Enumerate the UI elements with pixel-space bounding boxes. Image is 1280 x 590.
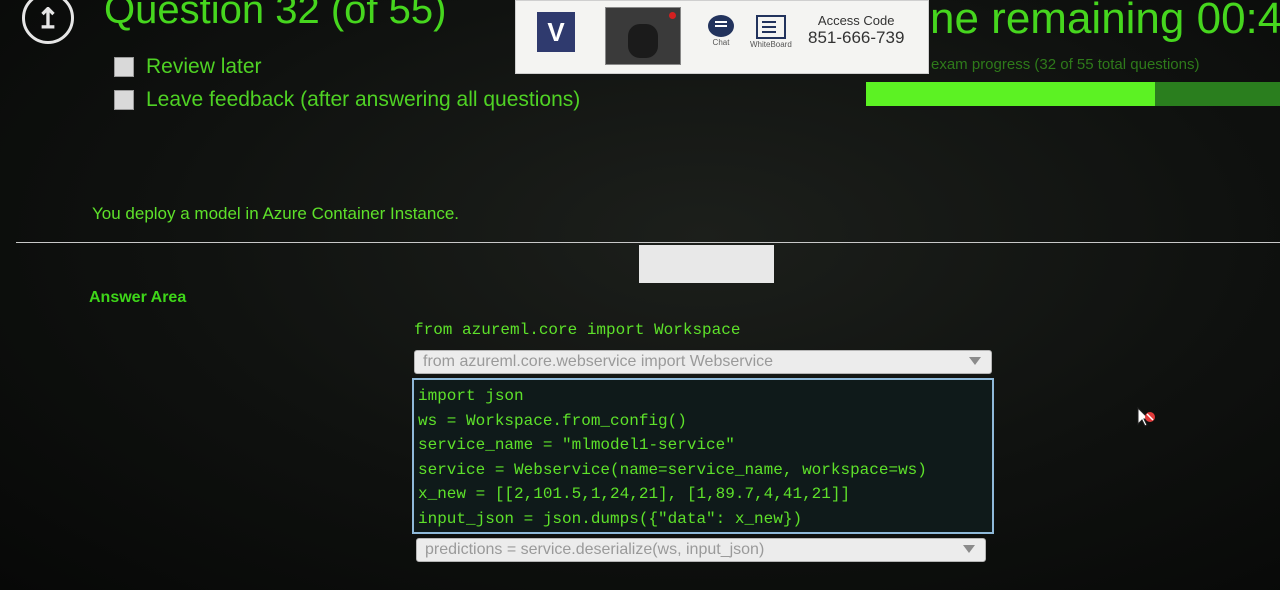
chevron-down-icon — [963, 545, 975, 553]
proctor-panel: V Chat WhiteBoard Access Code 851-666-73… — [515, 0, 929, 74]
exam-progress-label: exam progress (32 of 55 total questions) — [931, 56, 1200, 73]
code-line: ws = Workspace.from_config() — [418, 411, 687, 430]
question-title: Question 32 (of 55) — [104, 0, 447, 32]
exam-progress-fill — [866, 82, 1155, 106]
leave-feedback-label: Leave feedback (after answering all ques… — [146, 88, 581, 111]
webcam-preview — [605, 7, 681, 65]
back-arrow-icon[interactable]: ↥ — [22, 0, 74, 44]
answer-dropdown-2[interactable]: predictions = service.deserialize(ws, in… — [416, 538, 986, 562]
question-statement: You deploy a model in Azure Container In… — [92, 204, 460, 223]
access-code-title: Access Code — [817, 13, 895, 28]
divider — [16, 242, 1280, 243]
chat-label: Chat — [712, 38, 730, 47]
chevron-down-icon — [969, 357, 981, 365]
leave-feedback-row[interactable]: Leave feedback (after answering all ques… — [114, 88, 580, 112]
whiteboard-icon — [755, 15, 786, 39]
code-static-line: from azureml.core import Workspace — [414, 321, 741, 339]
webcam-person — [628, 24, 658, 58]
answer-dropdown-1-value: from azureml.core.webservice import Webs… — [423, 353, 774, 370]
code-line: input_json = json.dumps({"data": x_new}) — [418, 509, 803, 528]
code-block[interactable]: import json ws = Workspace.from_config()… — [412, 378, 994, 534]
answer-drop-target[interactable] — [639, 245, 774, 283]
access-code: Access Code 851-666-739 — [808, 13, 904, 48]
code-line: x_new = [[2,101.5,1,24,21], [1,89.7,4,41… — [418, 485, 851, 504]
leave-feedback-checkbox[interactable] — [114, 90, 134, 110]
answer-area-title: Answer Area — [89, 289, 187, 306]
whiteboard-label: WhiteBoard — [750, 40, 792, 49]
exam-screen: ↥ Question 32 (of 55) Review later Leave… — [0, 0, 1280, 590]
chat-button[interactable]: Chat — [708, 15, 734, 47]
recording-indicator-icon — [669, 12, 676, 19]
code-line: service = Webservice(name=service_name, … — [418, 460, 927, 479]
answer-dropdown-2-value: predictions = service.deserialize(ws, in… — [425, 541, 765, 558]
exam-progress-bar — [866, 82, 1280, 106]
code-line: import json — [418, 387, 524, 405]
code-line: service_name = "mlmodel1-service" — [418, 436, 735, 455]
vendor-logo: V — [537, 12, 575, 52]
chat-icon — [708, 15, 734, 37]
access-code-value: 851-666-739 — [808, 28, 905, 47]
review-later-row[interactable]: Review later — [114, 55, 262, 79]
review-later-checkbox[interactable] — [114, 57, 134, 77]
answer-dropdown-1[interactable]: from azureml.core.webservice import Webs… — [414, 350, 992, 374]
mouse-cursor-icon — [1137, 406, 1155, 427]
review-later-label: Review later — [146, 55, 262, 78]
whiteboard-button[interactable]: WhiteBoard — [750, 15, 792, 49]
time-remaining: ne remaining 00:4 — [930, 0, 1280, 43]
